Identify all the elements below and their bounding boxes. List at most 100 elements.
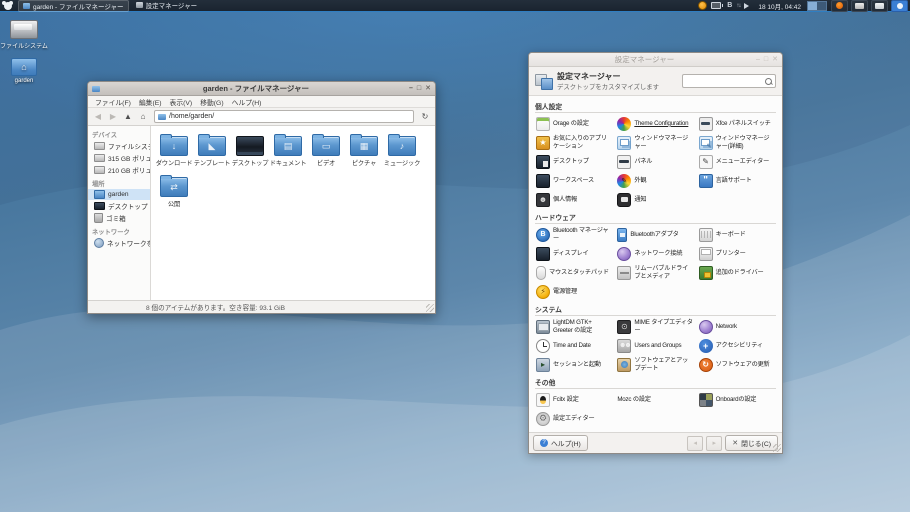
settings-item[interactable]: Orage の設定 bbox=[535, 114, 613, 133]
settings-item[interactable]: 言語サポート bbox=[698, 171, 776, 190]
close-icon[interactable]: ✕ bbox=[772, 56, 778, 63]
resize-grip[interactable] bbox=[773, 444, 781, 452]
maximize-icon[interactable]: □ bbox=[764, 56, 768, 63]
path-bar[interactable]: /home/garden/ bbox=[154, 110, 414, 123]
settings-item[interactable]: MIME タイプエディター bbox=[616, 317, 694, 336]
settings-titlebar[interactable]: 設定マネージャー – □ ✕ bbox=[529, 53, 782, 67]
xubuntu-logo-icon[interactable] bbox=[2, 1, 15, 11]
nav-prev-button[interactable]: ◂ bbox=[687, 436, 703, 451]
settings-item[interactable]: 個人情報 bbox=[535, 190, 613, 209]
sidebar-item[interactable]: ゴミ箱 bbox=[88, 212, 150, 224]
file-item[interactable]: ♪ミュージック bbox=[383, 133, 421, 167]
settings-item[interactable]: ネットワーク接続 bbox=[616, 244, 694, 263]
menu-item[interactable]: 移動(G) bbox=[196, 96, 227, 108]
settings-item[interactable]: Xfce パネルスイッチ bbox=[698, 114, 776, 133]
menu-item[interactable]: ヘルプ(H) bbox=[228, 96, 266, 108]
settings-item[interactable]: プリンター bbox=[698, 244, 776, 263]
minimize-icon[interactable]: – bbox=[409, 85, 413, 92]
indicator-notification-icon[interactable] bbox=[831, 0, 848, 12]
file-item[interactable]: ↓ダウンロード bbox=[155, 133, 193, 167]
menu-item[interactable]: 編集(E) bbox=[135, 96, 166, 108]
sidebar-item[interactable]: デスクトップ bbox=[88, 200, 150, 212]
settings-item[interactable]: Users and Groups bbox=[616, 336, 694, 355]
file-item[interactable]: ▭ビデオ bbox=[307, 133, 345, 167]
settings-item-label: Users and Groups bbox=[634, 342, 681, 349]
settings-item[interactable]: マウスとタッチパッド bbox=[535, 263, 613, 282]
power-manager-icon[interactable] bbox=[698, 1, 707, 11]
battery-icon[interactable] bbox=[711, 1, 723, 11]
indicator-fcitx-icon[interactable] bbox=[891, 0, 908, 12]
settings-item[interactable]: アクセシビリティ bbox=[698, 336, 776, 355]
reload-icon[interactable]: ↻ bbox=[418, 110, 432, 123]
settings-item[interactable]: 追加のドライバー bbox=[698, 263, 776, 282]
search-input[interactable] bbox=[682, 74, 776, 88]
settings-item[interactable]: ソフトウェアとアップデート bbox=[616, 355, 694, 374]
workspace-pager[interactable] bbox=[807, 1, 827, 11]
sidebar-item[interactable]: ファイルシステム bbox=[88, 140, 150, 152]
file-item[interactable]: ▤ドキュメント bbox=[269, 133, 307, 167]
home-icon[interactable]: ⌂ bbox=[136, 110, 150, 123]
settings-item[interactable]: ディスプレイ bbox=[535, 244, 613, 263]
fm-file-view[interactable]: ↓ダウンロード◣テンプレートデスクトップ▤ドキュメント▭ビデオ▦ピクチャ♪ミュー… bbox=[151, 126, 435, 300]
settings-item[interactable]: デスクトップ bbox=[535, 152, 613, 171]
workspaces-icon bbox=[536, 174, 550, 188]
settings-item[interactable]: ワークスペース bbox=[535, 171, 613, 190]
help-button[interactable]: ? ヘルプ(H) bbox=[533, 435, 588, 451]
menu-item[interactable]: ファイル(F) bbox=[91, 96, 135, 108]
settings-item[interactable]: リムーバブルドライブとメディア bbox=[616, 263, 694, 282]
menu-item[interactable]: 表示(V) bbox=[166, 96, 197, 108]
settings-item[interactable]: 設定エディター bbox=[535, 409, 613, 428]
settings-item[interactable]: 電源管理 bbox=[535, 282, 613, 301]
settings-item[interactable]: セッションと起動 bbox=[535, 355, 613, 374]
taskbar-button[interactable]: garden - ファイルマネージャー bbox=[18, 0, 129, 12]
volume-icon[interactable] bbox=[744, 1, 752, 11]
settings-item[interactable]: Fcitx 設定 bbox=[535, 390, 613, 409]
network-icon[interactable] bbox=[736, 1, 740, 11]
close-icon[interactable]: ✕ bbox=[425, 85, 431, 92]
sidebar-item[interactable]: 315 GB ボリューム bbox=[88, 152, 150, 164]
settings-item[interactable]: ソフトウェアの更新 bbox=[698, 355, 776, 374]
sidebar-item[interactable]: ネットワークを参照 bbox=[88, 237, 150, 249]
settings-item-label: Orage の設定 bbox=[553, 120, 589, 127]
up-icon[interactable]: ▲ bbox=[121, 110, 135, 123]
settings-item[interactable]: Bluetoothアダプタ bbox=[616, 225, 694, 244]
back-icon[interactable]: ◀ bbox=[91, 110, 105, 123]
workspace-2[interactable] bbox=[817, 2, 826, 10]
forward-icon[interactable]: ▶ bbox=[106, 110, 120, 123]
settings-item[interactable]: Mozc の設定 bbox=[616, 390, 694, 409]
settings-item[interactable]: LightDM GTK+ Greeter の設定 bbox=[535, 317, 613, 336]
settings-item[interactable]: Bluetooth マネージャー bbox=[535, 225, 613, 244]
sidebar-item[interactable]: garden bbox=[88, 189, 150, 200]
desktop-icon-filesystem[interactable]: ファイルシステム bbox=[0, 20, 48, 50]
file-item[interactable]: ⇄公開 bbox=[155, 174, 193, 208]
settings-item[interactable]: お気に入りのアプリケーション bbox=[535, 133, 613, 152]
nav-next-button[interactable]: ▸ bbox=[706, 436, 722, 451]
indicator-keyboard-icon[interactable] bbox=[851, 0, 868, 12]
desktop-icon-home[interactable]: garden bbox=[0, 58, 48, 84]
settings-item[interactable]: Theme Configuration bbox=[616, 114, 694, 133]
workspace-1[interactable] bbox=[808, 2, 817, 10]
settings-item[interactable]: パネル bbox=[616, 152, 694, 171]
settings-item[interactable]: ウィンドウマネージャー(詳細) bbox=[698, 133, 776, 152]
clock[interactable]: 18 10月, 04:42 bbox=[756, 1, 803, 11]
fm-titlebar[interactable]: garden - ファイルマネージャー – □ ✕ bbox=[88, 82, 435, 96]
sidebar-item[interactable]: 210 GB ボリューム bbox=[88, 164, 150, 176]
settings-item[interactable]: Network bbox=[698, 317, 776, 336]
settings-item[interactable]: 外観 bbox=[616, 171, 694, 190]
minimize-icon[interactable]: – bbox=[756, 56, 760, 63]
taskbar-button[interactable]: 設定マネージャー bbox=[132, 0, 202, 10]
resize-grip[interactable] bbox=[426, 304, 434, 312]
settings-item[interactable]: キーボード bbox=[698, 225, 776, 244]
file-item[interactable]: ▦ピクチャ bbox=[345, 133, 383, 167]
indicator-display-icon[interactable] bbox=[871, 0, 888, 12]
settings-item[interactable]: Time and Date bbox=[535, 336, 613, 355]
file-item[interactable]: ◣テンプレート bbox=[193, 133, 231, 167]
settings-item[interactable]: 通知 bbox=[616, 190, 694, 209]
bluetooth-icon[interactable] bbox=[727, 1, 732, 11]
close-button[interactable]: ✕ 閉じる(C) bbox=[725, 435, 778, 451]
settings-item[interactable]: メニューエディター bbox=[698, 152, 776, 171]
settings-item[interactable]: Onboardの設定 bbox=[698, 390, 776, 409]
settings-item[interactable]: ウィンドウマネージャー bbox=[616, 133, 694, 152]
file-item[interactable]: デスクトップ bbox=[231, 133, 269, 167]
maximize-icon[interactable]: □ bbox=[417, 85, 421, 92]
